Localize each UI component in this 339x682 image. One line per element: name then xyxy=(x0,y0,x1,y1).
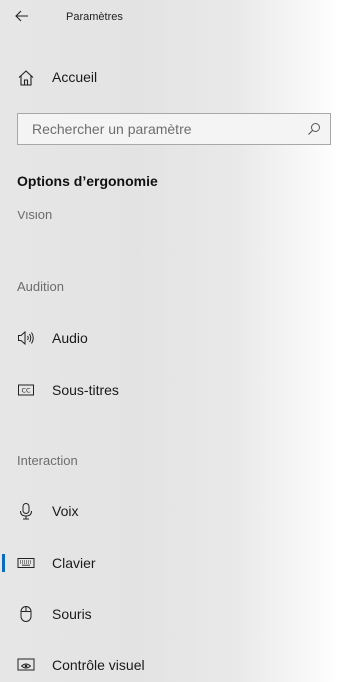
nav-item-eye-control[interactable]: Contrôle visuel xyxy=(0,648,339,682)
search-box[interactable] xyxy=(17,113,331,145)
group-label-audition: Audition xyxy=(17,279,64,294)
closed-captions-icon: CC xyxy=(18,384,34,396)
nav-item-label: Souris xyxy=(52,606,92,622)
nav-item-keyboard[interactable]: Clavier xyxy=(0,546,339,580)
back-arrow-icon xyxy=(15,10,28,22)
nav-item-label: Clavier xyxy=(52,555,96,571)
nav-item-voice[interactable]: Voix xyxy=(0,494,339,528)
group-label-interaction: Interaction xyxy=(17,453,78,468)
home-nav-item[interactable]: Accueil xyxy=(0,62,339,94)
nav-item-subtitles[interactable]: CC Sous-titres xyxy=(0,373,339,407)
eye-control-icon xyxy=(17,658,35,671)
search-icon[interactable] xyxy=(307,122,321,136)
keyboard-icon xyxy=(17,558,35,568)
nav-item-mouse[interactable]: Souris xyxy=(0,597,339,631)
search-input[interactable] xyxy=(18,114,298,144)
microphone-icon xyxy=(20,503,32,520)
speaker-icon xyxy=(18,330,34,346)
selection-indicator xyxy=(2,554,5,572)
nav-item-audio[interactable]: Audio xyxy=(0,321,339,355)
nav-item-label: Sous-titres xyxy=(52,382,119,398)
back-button[interactable] xyxy=(8,2,36,30)
nav-item-label: Audio xyxy=(52,330,88,346)
mouse-icon xyxy=(20,606,32,622)
group-label-vision-clip: Vision xyxy=(17,211,137,226)
svg-text:CC: CC xyxy=(21,387,31,395)
section-title: Options d’ergonomie xyxy=(17,173,158,189)
home-icon xyxy=(18,70,34,86)
window-title: Paramètres xyxy=(66,11,123,23)
nav-item-label: Contrôle visuel xyxy=(52,657,145,673)
group-label-vision: Vision xyxy=(17,211,53,222)
home-label: Accueil xyxy=(52,69,98,85)
nav-item-label: Voix xyxy=(52,503,79,519)
